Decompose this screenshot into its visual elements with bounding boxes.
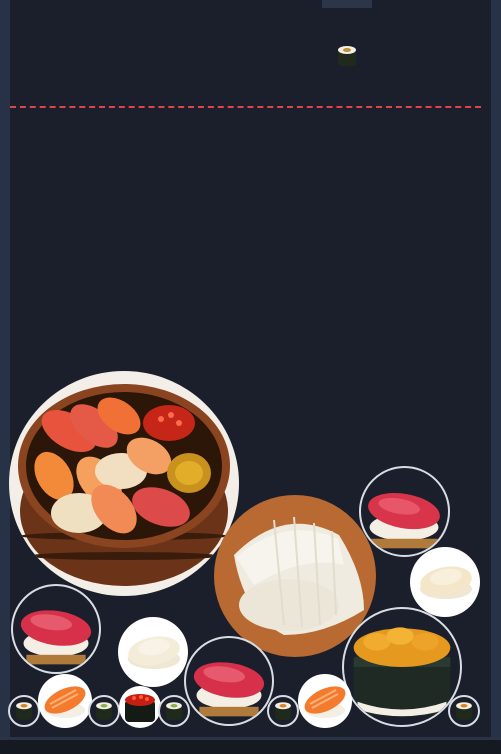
hotate-nigiri-icon xyxy=(420,566,472,599)
kappa-maki-icon xyxy=(338,46,356,66)
kappa-maki-icon xyxy=(166,702,182,720)
salmon-nigiri-icon xyxy=(44,686,86,718)
kappa-maki-piece xyxy=(8,695,40,727)
maguro-nigiri-piece xyxy=(11,584,101,674)
kappa-maki-icon xyxy=(96,702,112,720)
uni-gunkan-icon xyxy=(353,627,451,717)
maguro-nigiri-piece xyxy=(359,466,450,557)
hotate-nigiri-piece xyxy=(118,617,188,687)
salmon-nigiri-piece xyxy=(38,674,92,728)
maguro-nigiri-icon xyxy=(20,610,92,665)
salmon-nigiri-icon xyxy=(304,686,346,718)
maguro-nigiri-icon xyxy=(193,662,265,717)
kappa-maki-icon xyxy=(16,702,32,720)
sushi-oke-platter-piece xyxy=(9,371,239,596)
kappa-maki-icon xyxy=(456,702,472,720)
kappa-maki-piece xyxy=(158,695,190,727)
salmon-nigiri-piece xyxy=(298,674,352,728)
ikura-gunkan-icon xyxy=(125,694,155,722)
kappa-maki-icon xyxy=(275,702,291,720)
game-over-line xyxy=(10,106,481,108)
ikura-gunkan-piece xyxy=(119,686,161,728)
maguro-nigiri-icon xyxy=(368,492,440,549)
hotate-nigiri-piece xyxy=(410,547,480,617)
floor xyxy=(0,740,501,754)
drop-indicator-tab xyxy=(322,0,372,8)
uni-gunkan-piece xyxy=(342,607,462,727)
sushi-platter-icon xyxy=(18,384,230,586)
falling-kappa-maki-piece[interactable] xyxy=(337,45,357,67)
kappa-maki-piece xyxy=(88,695,120,727)
hotate-nigiri-icon xyxy=(128,636,180,669)
maguro-nigiri-piece xyxy=(184,636,274,726)
kappa-maki-piece xyxy=(267,695,299,727)
kappa-maki-piece xyxy=(448,695,480,727)
